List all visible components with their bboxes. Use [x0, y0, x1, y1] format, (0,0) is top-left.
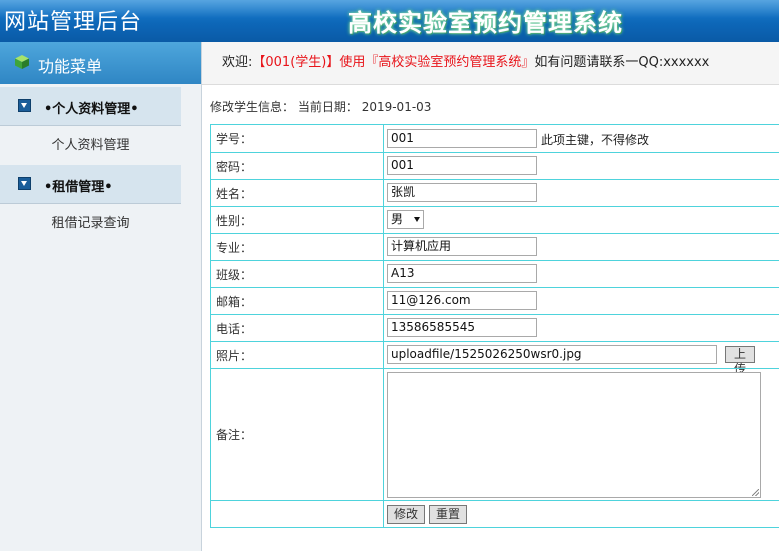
remark-textarea[interactable]	[387, 372, 761, 498]
form-row-remark: 备注：	[211, 368, 779, 500]
phone-label: 电话：	[211, 315, 384, 341]
form-row-email: 邮箱： 11@126.com	[211, 287, 779, 314]
system-title: 高校实验室预约管理系统	[348, 9, 623, 37]
form-row-class: 班级： A13	[211, 260, 779, 287]
class-label: 班级：	[211, 261, 384, 287]
menu-header: 功能菜单	[0, 42, 201, 84]
top-header: 网站管理后台 高校实验室预约管理系统	[0, 0, 779, 42]
class-input[interactable]: A13	[387, 264, 537, 283]
form-row-photo: 照片： uploadfile/1525026250wsr0.jpg 上传	[211, 341, 779, 376]
major-input[interactable]: 计算机应用	[387, 237, 537, 256]
info-line: 修改学生信息： 当前日期： 2019-01-03	[210, 98, 431, 115]
welcome-user: 【001(学生)】使用『高校实验室预约管理系统』	[252, 55, 535, 70]
form-row-gender: 性别： 男	[211, 206, 779, 233]
password-input[interactable]: 001	[387, 156, 537, 175]
gender-label: 性别：	[211, 207, 384, 233]
current-date: 2019-01-03	[361, 100, 432, 114]
menu-group-profile[interactable]: •个人资料管理•	[0, 87, 181, 126]
form-row-student-id: 学号： 001 此项主键，不得修改	[211, 125, 779, 152]
name-label: 姓名：	[211, 180, 384, 206]
toggle-down-icon[interactable]	[18, 99, 31, 112]
upload-button[interactable]: 上传	[725, 346, 755, 376]
date-label: 当前日期：	[297, 100, 358, 114]
sidebar: 功能菜单 •个人资料管理• 个人资料管理 •租借管理• 租借记录查询	[0, 42, 202, 551]
menu-group-label: •租借管理•	[44, 180, 113, 195]
reset-button[interactable]: 重置	[429, 505, 467, 524]
student-form: 学号： 001 此项主键，不得修改 密码： 001 姓名： 张凯 性别： 男 专…	[210, 124, 779, 528]
gender-value: 男	[391, 212, 404, 226]
welcome-bar: 欢迎:【001(学生)】使用『高校实验室预约管理系统』如有问题请联系一QQ:xx…	[202, 42, 779, 85]
form-row-name: 姓名： 张凯	[211, 179, 779, 206]
photo-path-input[interactable]: uploadfile/1525026250wsr0.jpg	[387, 345, 717, 364]
student-id-input[interactable]: 001	[387, 129, 537, 148]
menu-group-rental[interactable]: •租借管理•	[0, 165, 181, 204]
password-label: 密码：	[211, 153, 384, 179]
main-content: 欢迎:【001(学生)】使用『高校实验室预约管理系统』如有问题请联系一QQ:xx…	[202, 42, 779, 551]
actions-label-cell	[211, 501, 384, 527]
form-row-phone: 电话： 13586585545	[211, 314, 779, 341]
menu-item-profile[interactable]: 个人资料管理	[0, 127, 181, 165]
page-title: 修改学生信息：	[210, 100, 295, 114]
student-id-label: 学号：	[211, 125, 384, 152]
form-row-password: 密码： 001	[211, 152, 779, 179]
welcome-prefix: 欢迎:	[222, 55, 253, 70]
resize-grip-icon	[752, 489, 759, 496]
phone-input[interactable]: 13586585545	[387, 318, 537, 337]
remark-label: 备注：	[211, 369, 384, 500]
form-row-major: 专业： 计算机应用	[211, 233, 779, 260]
major-label: 专业：	[211, 234, 384, 260]
menu-group-label: •个人资料管理•	[44, 102, 139, 117]
site-title: 网站管理后台	[4, 10, 143, 35]
cube-icon	[15, 55, 29, 69]
menu-title: 功能菜单	[38, 57, 103, 76]
toggle-down-icon[interactable]	[18, 177, 31, 190]
email-label: 邮箱：	[211, 288, 384, 314]
photo-label: 照片：	[211, 342, 384, 368]
submit-button[interactable]: 修改	[387, 505, 425, 524]
form-row-actions: 修改 重置	[211, 500, 779, 527]
student-id-note: 此项主键，不得修改	[541, 133, 650, 147]
menu-item-rental-records[interactable]: 租借记录查询	[0, 205, 181, 243]
gender-select[interactable]: 男	[387, 210, 424, 229]
welcome-contact: 如有问题请联系一QQ:xxxxxx	[534, 55, 710, 70]
name-input[interactable]: 张凯	[387, 183, 537, 202]
dropdown-arrow-icon	[414, 217, 420, 222]
email-input[interactable]: 11@126.com	[387, 291, 537, 310]
